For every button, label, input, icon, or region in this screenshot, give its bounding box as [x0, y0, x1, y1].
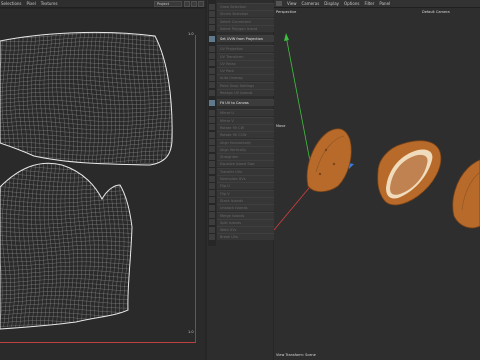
tool-icon: [209, 3, 215, 10]
almond-partial-model[interactable]: [452, 159, 480, 229]
tool-button[interactable]: Mirror V: [217, 116, 279, 124]
tool-button[interactable]: Break UVs: [217, 233, 279, 241]
tool-icon: [209, 74, 215, 81]
tool-button[interactable]: Flip V: [217, 189, 279, 197]
uv-menu-item[interactable]: Selections: [1, 1, 22, 6]
tool-icon: [209, 18, 215, 25]
tool-button[interactable]: Rotate 90 CW: [217, 123, 279, 131]
tool-icon: [209, 35, 215, 42]
tool-icon: [209, 25, 215, 32]
tool-icon: [209, 45, 215, 52]
uv-expand-icon[interactable]: [198, 1, 204, 7]
tool-button[interactable]: Select Connected: [217, 17, 279, 25]
tool-button[interactable]: Grow Selection: [217, 3, 279, 10]
tool-button[interactable]: Unstack Islands: [217, 204, 279, 212]
viewport-scene: [274, 33, 480, 231]
tool-button[interactable]: Transfer UVs: [217, 167, 279, 175]
tool-icon: [209, 182, 215, 189]
tool-icon: [209, 117, 215, 124]
tool-button[interactable]: Weld UVs: [217, 226, 279, 234]
uv-island-bottom: [0, 163, 132, 329]
tool-button[interactable]: Straighten: [217, 153, 279, 161]
gizmo-y-arrow[interactable]: [284, 33, 289, 41]
tool-button[interactable]: Auto Unwrap: [217, 74, 279, 82]
tool-icon: [209, 109, 215, 116]
tool-icon: [209, 89, 215, 96]
tool-button[interactable]: Normalize UVs: [217, 175, 279, 182]
uv-settings-icon[interactable]: [191, 1, 197, 7]
tool-button[interactable]: Realign UV Islands: [217, 89, 279, 96]
tool-button[interactable]: Align Vertically: [217, 145, 279, 153]
tool-button[interactable]: UV Pack: [217, 67, 279, 75]
tool-button[interactable]: Shrink Selection: [217, 10, 279, 18]
tool-icon: [209, 99, 215, 106]
shell-pit: [318, 172, 322, 176]
tool-button[interactable]: Equalize Island Size: [217, 160, 279, 168]
tool-button[interactable]: Set UVW from Projection: [217, 35, 279, 43]
tool-button[interactable]: Rotate 90 CCW: [217, 131, 279, 139]
uv-wireframe: [0, 31, 173, 330]
tool-icon: [209, 82, 215, 89]
uv-island-top: [0, 32, 173, 165]
uv-menu-item[interactable]: Pixel: [27, 1, 36, 6]
tool-icon: [209, 197, 215, 204]
tool-icon: [209, 204, 215, 211]
tool-button[interactable]: Split Islands: [217, 218, 279, 226]
tool-icon: [209, 226, 215, 233]
tool-button[interactable]: Flip U: [217, 182, 279, 190]
tool-icon: [209, 233, 215, 240]
tool-icon: [209, 67, 215, 74]
tool-button[interactable]: Mirror U: [217, 109, 279, 117]
tool-button[interactable]: UV Relax: [217, 59, 279, 67]
almond-cracked-model[interactable]: [377, 140, 442, 206]
tool-icon: [209, 60, 215, 67]
tool-button[interactable]: Stack Islands: [217, 196, 279, 204]
tool-button[interactable]: UV Projection: [217, 45, 279, 53]
tool-button[interactable]: Fit UV to Canvas: [217, 99, 279, 107]
tool-icon: [209, 168, 215, 175]
almond-shell-model[interactable]: [306, 128, 352, 193]
tool-button[interactable]: Merge Islands: [217, 211, 279, 219]
tool-button[interactable]: Align Horizontally: [217, 138, 279, 146]
tool-icon: [209, 160, 215, 167]
uv-canvas[interactable]: 1.0 1.0: [0, 9, 205, 360]
tool-button[interactable]: UV Transform: [217, 52, 279, 60]
tool-icon: [209, 10, 215, 17]
gizmo-x-axis[interactable]: [274, 181, 315, 231]
project-dropdown[interactable]: Project: [154, 1, 182, 7]
tool-icon: [209, 153, 215, 160]
shell-pit: [324, 148, 328, 152]
tool-icon: [209, 53, 215, 59]
tool-icon: [209, 131, 215, 138]
app-window: Selections Pixel Textures Project 1.0 1.…: [0, 0, 480, 360]
uv-menu-item[interactable]: Textures: [41, 1, 58, 6]
uv-tool-panel: Grow Selection Shrink Selection Select Con…: [207, 0, 279, 360]
tool-icon: [209, 175, 215, 182]
shell-pit: [332, 162, 336, 166]
tool-icon: [209, 139, 215, 145]
tool-button[interactable]: Point Snap Settings: [217, 81, 279, 89]
tool-icon: [209, 146, 215, 153]
tool-icon: [209, 124, 215, 131]
tool-icon: [209, 219, 215, 226]
uv-view-icon[interactable]: [184, 1, 190, 7]
tool-icon: [209, 212, 215, 218]
tool-button[interactable]: Select Polygon Island: [217, 24, 279, 32]
3d-viewport[interactable]: View Cameras Display Options Filter Pane…: [274, 0, 480, 360]
tool-icon: [209, 190, 215, 197]
